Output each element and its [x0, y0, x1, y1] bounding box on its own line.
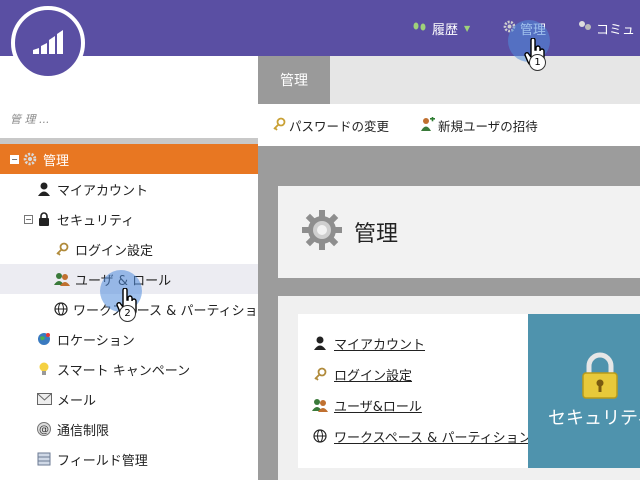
security-tile[interactable]: セキュリティ [528, 314, 640, 468]
lock-icon [36, 211, 52, 227]
tree-item-label: セキュリティ [57, 213, 135, 229]
person-icon [36, 181, 52, 197]
tree-item-admin[interactable]: − 管理 [0, 144, 258, 174]
tree-item-field-management[interactable]: フィールド管理 [0, 444, 258, 474]
tree-item-label: フィールド管理 [57, 453, 148, 469]
collapse-icon[interactable]: − [10, 154, 19, 164]
invite-user-label: 新規ユーザの招待 [438, 118, 538, 134]
tree-item-login-settings[interactable]: ログイン設定 [0, 234, 258, 264]
tree-item-label: マイアカウント [57, 183, 149, 199]
change-password-button[interactable]: パスワードの変更 [272, 116, 389, 135]
tree-item-location[interactable]: ロケーション [0, 324, 258, 354]
toolbar: パスワードの変更 新規ユーザの招待 [258, 104, 640, 146]
search-input[interactable] [10, 109, 248, 129]
nav-community[interactable]: コミュ [578, 0, 635, 56]
users-icon [312, 398, 328, 412]
globe-icon [54, 301, 68, 317]
left-panel: − 管理 マイアカウント − セキュリティ ログイン設定 [0, 56, 271, 480]
logo-bars-icon [33, 30, 63, 54]
step-badge: 1 [529, 54, 546, 71]
tree-item-my-account[interactable]: マイアカウント [0, 174, 258, 204]
tab-strip: 管理 [258, 56, 640, 104]
key-icon [312, 367, 328, 381]
link-my-account[interactable]: マイアカウント [312, 333, 425, 353]
link-label[interactable]: マイアカウント [334, 334, 425, 353]
chevron-down-icon: ▼ [464, 23, 471, 33]
community-icon [578, 20, 592, 36]
gear-icon [300, 208, 344, 256]
nav-community-label: コミュ [596, 22, 636, 38]
add-user-icon [419, 115, 436, 134]
at-sign-icon: @ [36, 421, 52, 437]
svg-text:@: @ [39, 425, 49, 436]
key-icon [272, 117, 286, 134]
nav-history-label: 履歴 [432, 22, 459, 38]
page-header: 管理 [278, 186, 640, 278]
key-icon [54, 241, 70, 257]
person-icon [312, 336, 328, 350]
step-badge: 2 [119, 305, 136, 322]
link-login-settings[interactable]: ログイン設定 [312, 364, 412, 384]
tree-item-label: ロケーション [57, 333, 135, 349]
tree-item-label: メール [57, 393, 97, 409]
nav-history[interactable]: 履歴 ▼ [412, 0, 470, 56]
change-password-label: パスワードの変更 [289, 118, 390, 134]
history-icon [412, 21, 428, 36]
collapse-icon[interactable]: − [24, 214, 33, 224]
database-icon [36, 451, 52, 467]
tree-item-communication-limits[interactable]: @ 通信制限 [0, 414, 258, 444]
link-users-roles[interactable]: ユーザ&ロール [312, 395, 422, 415]
tab-admin[interactable]: 管理 [258, 56, 330, 104]
tree-item-label: 管理 [43, 153, 70, 169]
link-workspaces-partitions[interactable]: ワークスペース & パーティション [312, 426, 532, 446]
security-tile-label: セキュリティ [548, 408, 640, 429]
links-panel: マイアカウント ログイン設定 ユーザ&ロール ワークスペース & パーティション [298, 314, 532, 468]
page-title: 管理 [354, 222, 399, 247]
link-label[interactable]: ユーザ&ロール [334, 396, 422, 415]
gear-icon [22, 151, 38, 167]
tree-item-label: ログイン設定 [75, 243, 154, 259]
padlock-icon [580, 352, 620, 404]
tree-item-security[interactable]: − セキュリティ [0, 204, 258, 234]
logo-mark [17, 12, 79, 74]
location-icon [36, 331, 52, 347]
link-label[interactable]: ワークスペース & パーティション [334, 427, 532, 446]
lightbulb-icon [36, 361, 52, 377]
invite-user-button[interactable]: 新規ユーザの招待 [419, 115, 538, 135]
tree-item-email[interactable]: メール [0, 384, 258, 414]
tree-item-label: スマート キャンペーン [57, 363, 191, 379]
logo[interactable] [11, 6, 85, 80]
users-icon [54, 271, 70, 287]
mail-icon [36, 391, 52, 407]
link-label[interactable]: ログイン設定 [334, 365, 412, 384]
tree-item-label: 通信制限 [57, 423, 110, 439]
globe-icon [312, 429, 328, 443]
tree-item-smart-campaign[interactable]: スマート キャンペーン [0, 354, 258, 384]
